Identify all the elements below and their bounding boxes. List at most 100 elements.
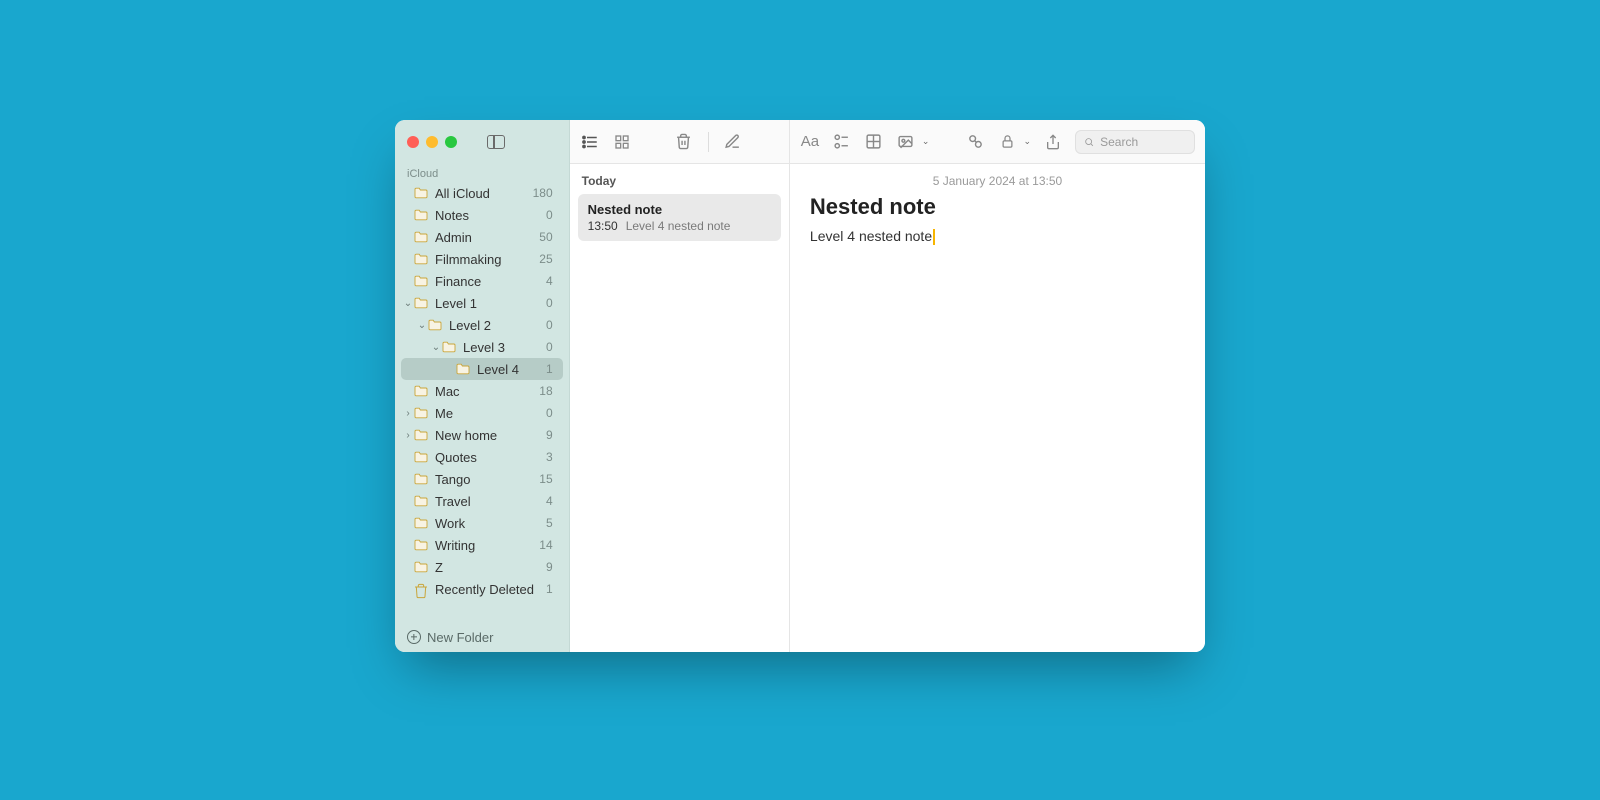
folder-name: Level 1 [435,296,477,311]
sidebar-folder-work[interactable]: Work5 [401,512,563,534]
table-icon[interactable] [864,132,884,152]
folder-count: 180 [533,186,553,200]
folder-count: 50 [539,230,552,244]
format-text-icon[interactable]: Aa [800,132,820,152]
search-input[interactable] [1100,135,1186,149]
folder-count: 0 [546,406,553,420]
sidebar-folder-admin[interactable]: Admin 50 [401,226,563,248]
notes-list-pane: Today Nested note 13:50 Level 4 nested n… [570,120,790,652]
folder-count: 0 [546,296,553,310]
folder-icon [413,231,429,243]
sidebar-folder-travel[interactable]: Travel 4 [401,490,563,512]
folder-name: Notes [435,208,469,223]
sidebar-folder-level-3[interactable]: ⌄Level 30 [401,336,563,358]
checklist-icon[interactable] [832,132,852,152]
folder-count: 14 [539,538,552,552]
sidebar-folder-me[interactable]: › Me 0 [401,402,563,424]
folder-count: 1 [546,582,553,596]
folder-icon [413,187,429,199]
share-icon[interactable] [1043,132,1063,152]
chevron-down-icon[interactable]: ⌄ [417,320,427,331]
note-body[interactable]: Level 4 nested note [810,228,1185,245]
editor-body[interactable]: 5 January 2024 at 13:50 Nested note Leve… [790,164,1205,652]
note-card-subline: 13:50 Level 4 nested note [588,219,771,233]
chevron-right-icon[interactable]: › [403,430,413,441]
folder-icon [413,209,429,221]
folder-count: 4 [546,494,553,508]
sidebar-folder-notes[interactable]: Notes 0 [401,204,563,226]
sidebar-folder-level-1[interactable]: ⌄ Level 1 0 [401,292,563,314]
note-card[interactable]: Nested note 13:50 Level 4 nested note [578,194,781,241]
sidebar-folder-recently-deleted[interactable]: Recently Deleted 1 [401,578,563,600]
folder-name: Mac [435,384,460,399]
sidebar-section-label: iCloud [395,164,569,182]
sidebar-folder-quotes[interactable]: Quotes 3 [401,446,563,468]
link-note-icon[interactable] [965,132,985,152]
sidebar-folder-filmmaking[interactable]: Filmmaking25 [401,248,563,270]
lock-icon[interactable] [997,132,1017,152]
folder-icon [413,473,429,485]
delete-note-icon[interactable] [674,132,694,152]
sidebar-folder-writing[interactable]: Writing14 [401,534,563,556]
chevron-right-icon[interactable]: › [403,408,413,419]
app-window: iCloud All iCloud180Notes0Admin50Filmmak… [395,120,1205,652]
folder-name: Admin [435,230,472,245]
media-icon[interactable] [896,132,916,152]
folder-icon [413,517,429,529]
folder-count: 4 [546,274,553,288]
folder-count: 0 [546,208,553,222]
fullscreen-window-button[interactable] [445,136,457,148]
folder-name: Travel [435,494,471,509]
folder-icon [413,539,429,551]
new-folder-button[interactable]: New Folder [395,622,569,652]
note-card-preview: Level 4 nested note [626,219,731,233]
sidebar: iCloud All iCloud180Notes0Admin50Filmmak… [395,120,570,652]
minimize-window-button[interactable] [426,136,438,148]
close-window-button[interactable] [407,136,419,148]
list-view-icon[interactable] [580,132,600,152]
sidebar-folder-new-home[interactable]: ›New home9 [401,424,563,446]
folder-count: 0 [546,340,553,354]
chevron-down-icon[interactable]: ⌄ [922,136,930,147]
sidebar-folder-tango[interactable]: Tango15 [401,468,563,490]
sidebar-folder-level-2[interactable]: ⌄ Level 2 0 [401,314,563,336]
folder-icon [413,429,429,441]
folder-name: Quotes [435,450,477,465]
notes-list-body: Today Nested note 13:50 Level 4 nested n… [570,164,789,652]
plus-circle-icon [407,630,421,644]
folder-count: 3 [546,450,553,464]
sidebar-folder-z[interactable]: Z9 [401,556,563,578]
toggle-sidebar-icon[interactable] [487,135,505,149]
folder-count: 25 [539,252,552,266]
folder-name: New home [435,428,497,443]
sidebar-folder-level-4[interactable]: Level 41 [401,358,563,380]
window-controls [407,136,457,148]
new-note-icon[interactable] [723,132,743,152]
note-card-title: Nested note [588,202,771,217]
folder-icon [413,451,429,463]
folder-name: Recently Deleted [435,582,534,597]
sidebar-folder-mac[interactable]: Mac18 [401,380,563,402]
folder-count: 5 [546,516,553,530]
chevron-down-icon[interactable]: ⌄ [1023,136,1031,147]
chevron-down-icon[interactable]: ⌄ [403,298,413,309]
folder-name: Level 2 [449,318,491,333]
folder-count: 0 [546,318,553,332]
folder-count: 15 [539,472,552,486]
toolbar-right: Aa ⌄ ⌄ [790,120,1205,164]
search-field[interactable] [1075,130,1195,154]
folder-count: 1 [546,362,553,376]
editor-pane: Aa ⌄ ⌄ [790,120,1205,652]
folder-name: Z [435,560,443,575]
gallery-view-icon[interactable] [612,132,632,152]
folder-count: 9 [546,560,553,574]
titlebar [395,120,569,164]
text-cursor [933,229,935,245]
sidebar-folder-all-icloud[interactable]: All iCloud180 [401,182,563,204]
folder-name: Me [435,406,453,421]
sidebar-folder-finance[interactable]: Finance4 [401,270,563,292]
toolbar-left [570,120,789,164]
note-title[interactable]: Nested note [810,194,1185,220]
folder-icon [413,407,429,419]
chevron-down-icon[interactable]: ⌄ [431,342,441,353]
